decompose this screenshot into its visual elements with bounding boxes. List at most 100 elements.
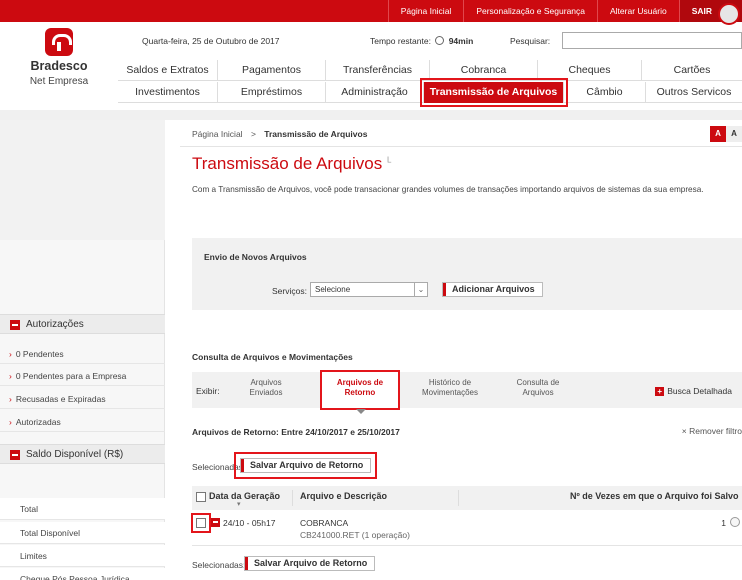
header-data-geracao[interactable]: Data da Geração	[209, 491, 280, 508]
nav-investimentos[interactable]: Investimentos	[118, 82, 218, 103]
envio-panel: Envio de Novos Arquivos Serviços: Seleci…	[192, 238, 742, 310]
consulta-title: Consulta de Arquivos e Movimentações	[192, 352, 353, 362]
breadcrumb-home[interactable]: Página Inicial	[192, 129, 243, 139]
session-timer: Tempo restante: 94min	[370, 36, 473, 46]
autorizacoes-title: Autorizações	[26, 319, 84, 330]
plus-icon: +	[655, 387, 665, 396]
font-small-button[interactable]: A	[710, 126, 726, 142]
servicos-select[interactable]: Selecione ⌄	[310, 282, 428, 297]
sidebar-item-label: 0 Pendentes	[15, 349, 64, 359]
row-descricao: CB241000.RET (1 operação)	[300, 530, 410, 540]
title-mark: L	[386, 155, 392, 165]
period-label: Arquivos de Retorno: Entre 24/10/2017 e …	[192, 427, 400, 437]
search-input[interactable]	[562, 32, 742, 49]
nav-transmissao-arquivos[interactable]: Transmissão de Arquivos	[420, 78, 568, 107]
sidebar-item-pendentes[interactable]: › 0 Pendentes	[0, 344, 165, 364]
nav-pagamentos[interactable]: Pagamentos	[218, 60, 326, 81]
column-separator	[458, 490, 459, 506]
exibir-label: Exibir:	[196, 386, 220, 396]
left-sidebar: Autorizações › 0 Pendentes › 0 Pendentes p…	[0, 120, 165, 580]
clock-icon	[435, 36, 445, 45]
current-date: Quarta-feira, 25 de Outubro de 2017	[142, 36, 280, 46]
nav-cobranca[interactable]: Cobranca	[430, 60, 538, 81]
main-nav-row-1: Saldos e Extratos Pagamentos Transferênc…	[118, 60, 742, 81]
page-title: Transmissão de Arquivos L	[192, 154, 391, 174]
breadcrumb: Página Inicial > Transmissão de Arquivos	[192, 129, 367, 139]
remove-filter-link[interactable]: × Remover filtro	[682, 426, 742, 436]
header-vezes-salvo: Nº de Vezes em que o Arquivo foi Salvo	[570, 491, 739, 501]
saldo-header[interactable]: Saldo Disponível (R$)	[0, 444, 165, 464]
servicos-label: Serviços:	[272, 286, 307, 296]
chevron-right-icon: ›	[9, 349, 12, 359]
row-checkbox[interactable]	[191, 513, 211, 533]
nav-cartoes[interactable]: Cartões	[642, 60, 742, 81]
page-title-text: Transmissão de Arquivos	[192, 154, 383, 173]
logout-icon[interactable]	[718, 3, 740, 25]
nav-saldos-extratos[interactable]: Saldos e Extratos	[118, 60, 218, 81]
search-label: Pesquisar:	[510, 36, 551, 46]
nav-outros-servicos[interactable]: Outros Servicos	[646, 82, 742, 103]
save-return-file-button[interactable]: Salvar Arquivo de Retorno	[233, 452, 378, 479]
saldo-cheque-pos: Cheque Pós Pessoa Jurídica	[0, 568, 165, 580]
tab-arquivos-enviados[interactable]: Arquivos Enviados	[232, 372, 300, 408]
main-nav-row-2: Investimentos Empréstimos Administração …	[118, 78, 742, 107]
sidebar-item-pendentes-empresa[interactable]: › 0 Pendentes para a Empresa	[0, 366, 165, 386]
bradesco-logo-icon	[45, 28, 73, 56]
top-links: Página Inicial Personalização e Seguranç…	[387, 0, 742, 22]
saldo-total: Total	[0, 498, 165, 520]
table-header: Data da Geração Arquivo e Descrição Nº d…	[192, 486, 742, 510]
busca-detalhada-link[interactable]: + Busca Detalhada	[655, 386, 732, 396]
selecionadas-label: Selecionadas:	[192, 560, 246, 570]
tab-label: Arquivos	[522, 388, 554, 397]
nav-transferencias[interactable]: Transferências	[326, 60, 430, 81]
breadcrumb-current: Transmissão de Arquivos	[264, 129, 368, 139]
font-size-controls: A A	[710, 126, 742, 142]
select-all-checkbox[interactable]	[196, 492, 206, 502]
info-icon[interactable]	[730, 517, 740, 527]
servicos-value: Selecione	[315, 285, 351, 294]
row-arquivo: COBRANCA	[300, 518, 349, 528]
envio-title: Envio de Novos Arquivos	[204, 252, 307, 262]
collapse-icon	[10, 320, 20, 330]
nav-cheques[interactable]: Cheques	[538, 60, 642, 81]
chevron-right-icon: ›	[9, 394, 12, 404]
add-files-button[interactable]: Adicionar Arquivos	[442, 282, 543, 297]
font-large-button[interactable]: A	[726, 126, 742, 142]
nav-cambio[interactable]: Câmbio	[564, 82, 646, 103]
autorizacoes-header[interactable]: Autorizações	[0, 314, 165, 334]
tab-label: Enviados	[249, 388, 283, 397]
personalization-security-link[interactable]: Personalização e Segurança	[463, 0, 597, 22]
sidebar-item-recusadas[interactable]: › Recusadas e Expiradas	[0, 389, 165, 409]
row-date: 24/10 - 05h17	[223, 518, 276, 528]
expand-icon[interactable]	[211, 518, 220, 527]
collapse-icon	[10, 450, 20, 460]
header-divider	[0, 110, 742, 120]
table-row: 24/10 - 05h17 COBRANCA CB241000.RET (1 o…	[191, 512, 742, 546]
nav-emprestimos[interactable]: Empréstimos	[218, 82, 326, 103]
tab-historico-movimentacoes[interactable]: Histórico de Movimentações	[418, 372, 482, 408]
breadcrumb-separator: >	[250, 129, 256, 139]
brand-logo[interactable]: Bradesco Net Empresa	[0, 22, 118, 104]
home-link[interactable]: Página Inicial	[387, 0, 464, 22]
sidebar-item-label: 0 Pendentes para a Empresa	[15, 371, 127, 381]
saldo-limites: Limites	[0, 545, 165, 567]
sidebar-item-label: Recusadas e Expiradas	[15, 394, 106, 404]
saldo-total-disponivel: Total Disponível	[0, 522, 165, 544]
sidebar-item-autorizadas[interactable]: › Autorizadas	[0, 412, 165, 432]
saldo-title: Saldo Disponível (R$)	[26, 449, 124, 460]
top-bar: Página Inicial Personalização e Seguranç…	[0, 0, 742, 25]
tab-consulta-arquivos[interactable]: Consulta de Arquivos	[506, 372, 570, 408]
chevron-right-icon: ›	[9, 417, 12, 427]
nav-administracao[interactable]: Administração	[326, 82, 424, 103]
row-vezes: 1	[721, 518, 726, 528]
save-return-file-button-bottom[interactable]: Salvar Arquivo de Retorno	[244, 556, 376, 571]
divider	[180, 146, 742, 147]
filter-tabs: Exibir: Arquivos Enviados Arquivos de Reto…	[192, 370, 742, 414]
brand-name: Bradesco	[30, 59, 88, 73]
page-description: Com a Transmissão de Arquivos, você pode…	[192, 185, 704, 194]
change-user-link[interactable]: Alterar Usuário	[597, 0, 679, 22]
sidebar-item-label: Autorizadas	[15, 417, 61, 427]
tab-arquivos-retorno[interactable]: Arquivos de Retorno	[320, 370, 400, 414]
tab-label: Histórico de	[428, 378, 472, 387]
tab-label: Arquivos	[250, 378, 282, 387]
